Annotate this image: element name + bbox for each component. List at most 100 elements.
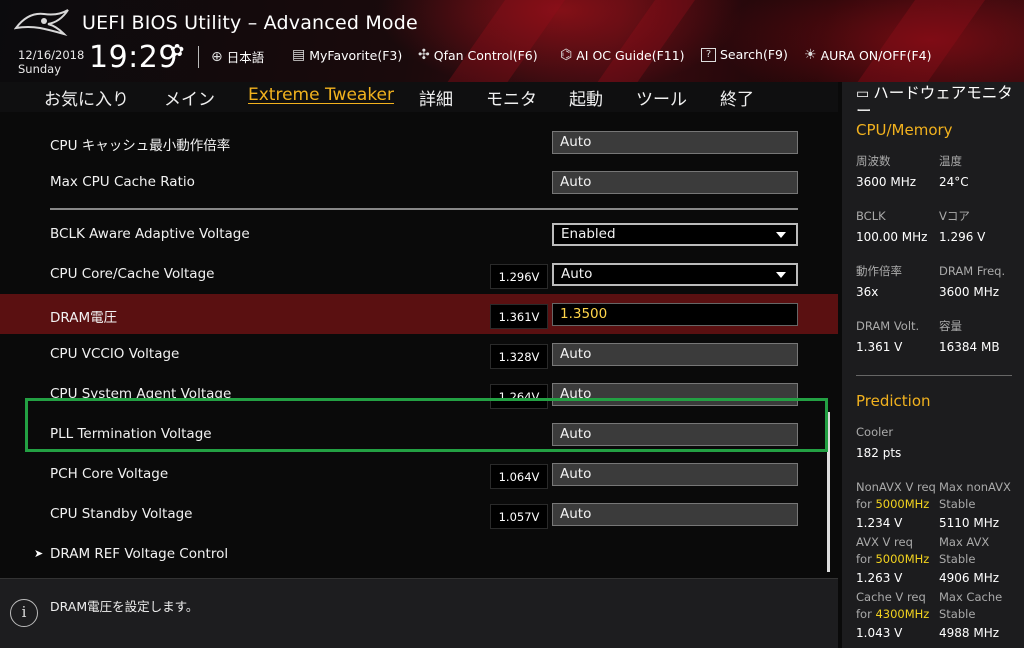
submenu-dram-ref-voltage-control[interactable]: ➤ DRAM REF Voltage Control [0, 534, 838, 574]
monitor-title-text: ハードウェアモニター [856, 84, 1013, 120]
prediction-label-line2: Stable [939, 552, 976, 566]
myfavorite-label: MyFavorite(F3) [309, 47, 403, 63]
info-icon: i [10, 599, 38, 627]
qfan-control-button[interactable]: ✣ Qfan Control(F6) [418, 47, 538, 63]
qfan-control-label: Qfan Control(F6) [433, 47, 538, 63]
section-divider [50, 208, 798, 210]
date-display: 12/16/2018 Sunday [18, 48, 84, 76]
prediction-label-line1: NonAVX V req [856, 480, 936, 494]
setting-label: Max CPU Cache Ratio [50, 174, 195, 190]
myfavorite-button[interactable]: ▤ MyFavorite(F3) [292, 47, 402, 63]
prediction-value: 4988 MHz [939, 626, 1000, 640]
settings-panel: CPU キャッシュ最小動作倍率 Auto Max CPU Cache Ratio… [0, 112, 838, 578]
scrollbar[interactable] [827, 412, 830, 572]
setting-row-pll-termination-voltage[interactable]: PLL Termination Voltage Auto [0, 414, 838, 454]
help-text: DRAM電圧を設定します。 [50, 599, 199, 614]
day-text: Sunday [18, 62, 62, 76]
tab-boot[interactable]: 起動 [569, 85, 603, 110]
cpu-cache-min-ratio-field[interactable]: Auto [552, 131, 798, 154]
monitor-label: 温度 [939, 154, 962, 168]
setting-label: PCH Core Voltage [50, 466, 169, 482]
monitor-value: 1.361 V [856, 340, 903, 354]
prediction-label-line2: Stable [939, 607, 976, 621]
cpu-standby-voltage-field[interactable]: Auto [552, 503, 798, 526]
setting-row-cpu-cache-min-ratio[interactable]: CPU キャッシュ最小動作倍率 Auto [0, 122, 838, 162]
current-voltage-readout: 1.064V [490, 464, 548, 489]
tab-tool[interactable]: ツール [636, 85, 687, 110]
cpu-vccio-voltage-field[interactable]: Auto [552, 343, 798, 366]
cpu-memory-section-title: CPU/Memory [856, 121, 953, 139]
cpu-core-cache-voltage-dropdown[interactable]: Auto [552, 263, 798, 286]
dram-voltage-input[interactable]: 1.3500 [552, 303, 798, 326]
monitor-value: 16384 MB [939, 340, 1000, 354]
prediction-label-line1: Cache V req [856, 590, 926, 604]
favorite-icon: ▤ [292, 47, 306, 63]
setting-label: CPU キャッシュ最小動作倍率 [50, 138, 231, 154]
prediction-value: 1.043 V [856, 626, 903, 640]
aura-toggle-button[interactable]: ☀ AURA ON/OFF(F4) [804, 47, 931, 63]
clock-time: 19:29 [89, 40, 178, 75]
rog-logo-icon [14, 9, 69, 37]
main-menu-bar: お気に入り メイン Extreme Tweaker 詳細 モニタ 起動 ツール … [0, 82, 838, 112]
monitor-value: 36x [856, 285, 879, 299]
tab-favorites[interactable]: お気に入り [44, 85, 129, 110]
bclk-aware-adaptive-voltage-dropdown[interactable]: Enabled [552, 223, 798, 246]
tab-monitor[interactable]: モニタ [486, 85, 537, 110]
monitor-value: 1.296 V [939, 230, 986, 244]
prediction-freq: 5000MHz [875, 497, 930, 511]
monitor-label: 周波数 [856, 154, 891, 168]
prediction-label-for: for [856, 607, 876, 621]
setting-row-cpu-vccio-voltage[interactable]: CPU VCCIO Voltage 1.328V Auto [0, 334, 838, 374]
prediction-freq: 4300MHz [875, 607, 930, 621]
setting-row-pch-core-voltage[interactable]: PCH Core Voltage 1.064V Auto [0, 454, 838, 494]
prediction-freq: 5000MHz [875, 552, 930, 566]
prediction-label-line1: AVX V req [856, 535, 913, 549]
current-voltage-readout: 1.296V [490, 264, 548, 289]
help-footer: i DRAM電圧を設定します。 [0, 578, 838, 648]
max-cpu-cache-ratio-field[interactable]: Auto [552, 171, 798, 194]
monitor-value: 3600 MHz [939, 285, 1000, 299]
setting-row-dram-voltage[interactable]: DRAM電圧 1.361V 1.3500 [0, 294, 838, 334]
cpu-system-agent-voltage-field[interactable]: Auto [552, 383, 798, 406]
dropdown-value: Auto [561, 266, 593, 282]
header-bar: UEFI BIOS Utility – Advanced Mode 12/16/… [0, 0, 1024, 82]
tab-main[interactable]: メイン [164, 85, 215, 110]
monitor-label: DRAM Volt. [856, 319, 920, 333]
prediction-value: 5110 MHz [939, 516, 1000, 530]
pll-termination-voltage-field[interactable]: Auto [552, 423, 798, 446]
submenu-arrow-icon: ➤ [34, 547, 44, 560]
globe-icon: ⊕ [211, 48, 223, 65]
date-text: 12/16/2018 [18, 48, 85, 62]
prediction-label-for: for [856, 497, 876, 511]
search-button[interactable]: ? Search(F9) [701, 47, 788, 62]
monitor-label: BCLK [856, 209, 886, 223]
ai-oc-guide-button[interactable]: ⌬ AI OC Guide(F11) [560, 47, 685, 63]
monitor-label: 容量 [939, 319, 962, 333]
chevron-down-icon [776, 272, 786, 278]
prediction-label: NonAVX V req for 5000MHz [856, 479, 936, 513]
setting-row-max-cpu-cache-ratio[interactable]: Max CPU Cache Ratio Auto [0, 162, 838, 202]
language-button[interactable]: ⊕ 日本語 [211, 47, 264, 66]
current-voltage-readout: 1.057V [490, 504, 548, 529]
pch-core-voltage-field[interactable]: Auto [552, 463, 798, 486]
monitor-title: ▭ ハードウェアモニター [856, 85, 1024, 120]
setting-row-cpu-core-cache-voltage[interactable]: CPU Core/Cache Voltage 1.296V Auto [0, 254, 838, 294]
prediction-label-for: for [856, 552, 876, 566]
gear-icon[interactable]: ✿ [170, 41, 184, 61]
tab-advanced[interactable]: 詳細 [419, 85, 453, 110]
chevron-down-icon [776, 232, 786, 238]
setting-label: CPU Core/Cache Voltage [50, 266, 215, 282]
setting-label: PLL Termination Voltage [50, 426, 212, 442]
monitor-label: DRAM Freq. [939, 264, 1006, 278]
setting-row-cpu-system-agent-voltage[interactable]: CPU System Agent Voltage 1.264V Auto [0, 374, 838, 414]
setting-label: DRAM電圧 [50, 310, 118, 326]
aura-label: AURA ON/OFF(F4) [820, 47, 932, 63]
tab-extreme-tweaker[interactable]: Extreme Tweaker [248, 85, 394, 105]
prediction-label: Max AVX Stable [939, 534, 989, 568]
setting-row-bclk-aware-adaptive-voltage[interactable]: BCLK Aware Adaptive Voltage Enabled [0, 214, 838, 254]
setting-label: CPU VCCIO Voltage [50, 346, 180, 362]
tab-exit[interactable]: 終了 [720, 85, 754, 110]
setting-row-cpu-standby-voltage[interactable]: CPU Standby Voltage 1.057V Auto [0, 494, 838, 534]
setting-label: BCLK Aware Adaptive Voltage [50, 226, 250, 242]
monitor-label: Vコア [939, 209, 970, 223]
